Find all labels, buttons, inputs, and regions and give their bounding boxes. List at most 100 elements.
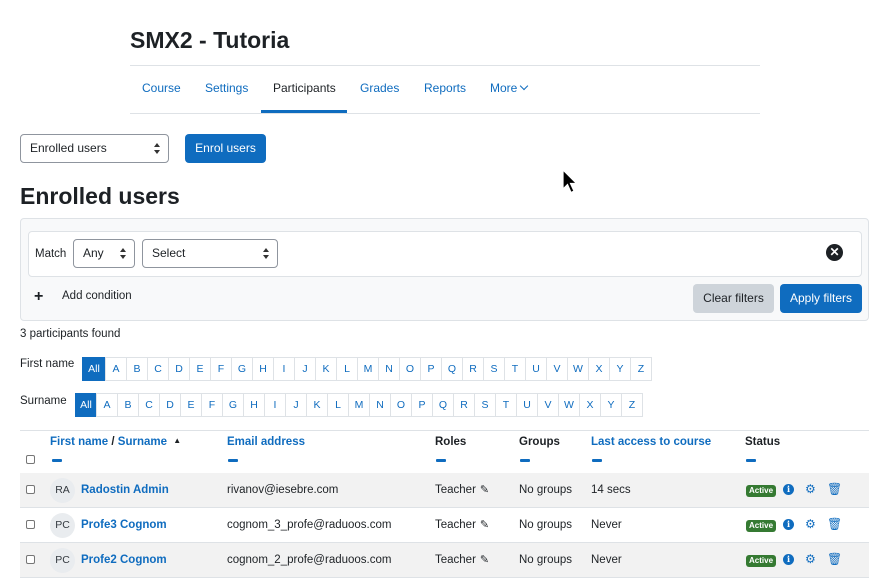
first-initial-z[interactable]: Z [630,357,652,381]
first-initial-r[interactable]: R [462,357,484,381]
surname-initial-v[interactable]: V [537,393,559,417]
participants-page-select[interactable]: Enrolled users [20,134,169,163]
tab-grades[interactable]: Grades [360,66,399,113]
column-collapse-icon[interactable] [52,459,62,462]
surname-initial-d[interactable]: D [159,393,181,417]
tab-settings[interactable]: Settings [205,66,248,113]
surname-initial-l[interactable]: L [327,393,349,417]
sort-last-access-link[interactable]: Last access to course [591,436,711,448]
first-initial-a[interactable]: A [105,357,127,381]
first-initial-y[interactable]: Y [609,357,631,381]
surname-initial-j[interactable]: J [285,393,307,417]
row-checkbox[interactable] [26,555,35,564]
first-initial-t[interactable]: T [504,357,526,381]
first-initial-g[interactable]: G [231,357,253,381]
tab-course[interactable]: Course [142,66,181,113]
surname-initial-m[interactable]: M [348,393,370,417]
info-icon[interactable]: i [783,519,794,530]
sort-email-link[interactable]: Email address [227,436,305,448]
first-initial-x[interactable]: X [588,357,610,381]
participant-name-link[interactable]: Profe3 Cognom [81,508,167,542]
tab-more[interactable]: More [490,66,529,113]
surname-initial-z[interactable]: Z [621,393,643,417]
surname-initial-w[interactable]: W [558,393,580,417]
table-header: First name / Surname ▲ Email address Rol… [20,430,869,474]
first-initial-i[interactable]: I [273,357,295,381]
tab-participants[interactable]: Participants [261,66,347,113]
first-initial-u[interactable]: U [525,357,547,381]
column-collapse-icon[interactable] [746,459,756,462]
first-initial-h[interactable]: H [252,357,274,381]
surname-initial-n[interactable]: N [369,393,391,417]
clear-filters-button[interactable]: Clear filters [693,284,774,313]
participant-name-link[interactable]: Profe2 Cognom [81,543,167,577]
sort-surname-link[interactable]: Surname [118,436,167,448]
surname-initial-t[interactable]: T [495,393,517,417]
first-initial-all[interactable]: All [82,357,106,381]
surname-initial-b[interactable]: B [117,393,139,417]
surname-initial-r[interactable]: R [453,393,475,417]
column-collapse-icon[interactable] [228,459,238,462]
surname-initial-c[interactable]: C [138,393,160,417]
trash-icon[interactable]: 🗑 [827,552,842,566]
filter-type-select[interactable]: Select [142,239,278,268]
row-checkbox[interactable] [26,485,35,494]
surname-initial-f[interactable]: F [201,393,223,417]
row-checkbox[interactable] [26,520,35,529]
first-initial-s[interactable]: S [483,357,505,381]
gear-icon[interactable]: ⚙ [805,517,816,531]
surname-initial-k[interactable]: K [306,393,328,417]
surname-initial-p[interactable]: P [411,393,433,417]
first-initial-l[interactable]: L [336,357,358,381]
surname-initial-q[interactable]: Q [432,393,454,417]
first-initial-e[interactable]: E [189,357,211,381]
column-collapse-icon[interactable] [520,459,530,462]
add-condition-button[interactable]: Add condition [62,290,132,302]
column-collapse-icon[interactable] [592,459,602,462]
surname-initial-s[interactable]: S [474,393,496,417]
surname-initial-g[interactable]: G [222,393,244,417]
sort-first-name-link[interactable]: First name [50,436,108,448]
tab-reports[interactable]: Reports [424,66,466,113]
pencil-icon[interactable]: ✎ [480,508,489,542]
gear-icon[interactable]: ⚙ [805,552,816,566]
surname-initial-x[interactable]: X [579,393,601,417]
surname-initial-h[interactable]: H [243,393,265,417]
trash-icon[interactable]: 🗑 [827,517,842,531]
first-initial-j[interactable]: J [294,357,316,381]
surname-initial-a[interactable]: A [96,393,118,417]
first-initial-o[interactable]: O [399,357,421,381]
first-initial-v[interactable]: V [546,357,568,381]
surname-initial-i[interactable]: I [264,393,286,417]
surname-initial-e[interactable]: E [180,393,202,417]
trash-icon[interactable]: 🗑 [827,482,842,496]
surname-initial-u[interactable]: U [516,393,538,417]
participant-email: rivanov@iesebre.com [227,484,339,496]
surname-initial-all[interactable]: All [75,393,97,417]
first-initial-p[interactable]: P [420,357,442,381]
pencil-icon[interactable]: ✎ [480,543,489,577]
participant-roles: Teacher ✎ [435,508,489,542]
first-initial-w[interactable]: W [567,357,589,381]
close-icon[interactable]: ✕ [826,244,843,261]
participant-name-link[interactable]: Radostin Admin [81,473,169,507]
first-initial-c[interactable]: C [147,357,169,381]
first-initial-b[interactable]: B [126,357,148,381]
apply-filters-button[interactable]: Apply filters [780,284,862,313]
info-icon[interactable]: i [783,554,794,565]
enrol-users-button[interactable]: Enrol users [185,134,266,163]
info-icon[interactable]: i [783,484,794,495]
gear-icon[interactable]: ⚙ [805,482,816,496]
first-initial-n[interactable]: N [378,357,400,381]
select-all-checkbox[interactable] [26,455,35,464]
first-initial-k[interactable]: K [315,357,337,381]
first-initial-d[interactable]: D [168,357,190,381]
first-initial-f[interactable]: F [210,357,232,381]
pencil-icon[interactable]: ✎ [480,473,489,507]
surname-initial-y[interactable]: Y [600,393,622,417]
match-select[interactable]: Any [73,239,135,268]
first-initial-q[interactable]: Q [441,357,463,381]
column-collapse-icon[interactable] [436,459,446,462]
first-initial-m[interactable]: M [357,357,379,381]
surname-initial-o[interactable]: O [390,393,412,417]
